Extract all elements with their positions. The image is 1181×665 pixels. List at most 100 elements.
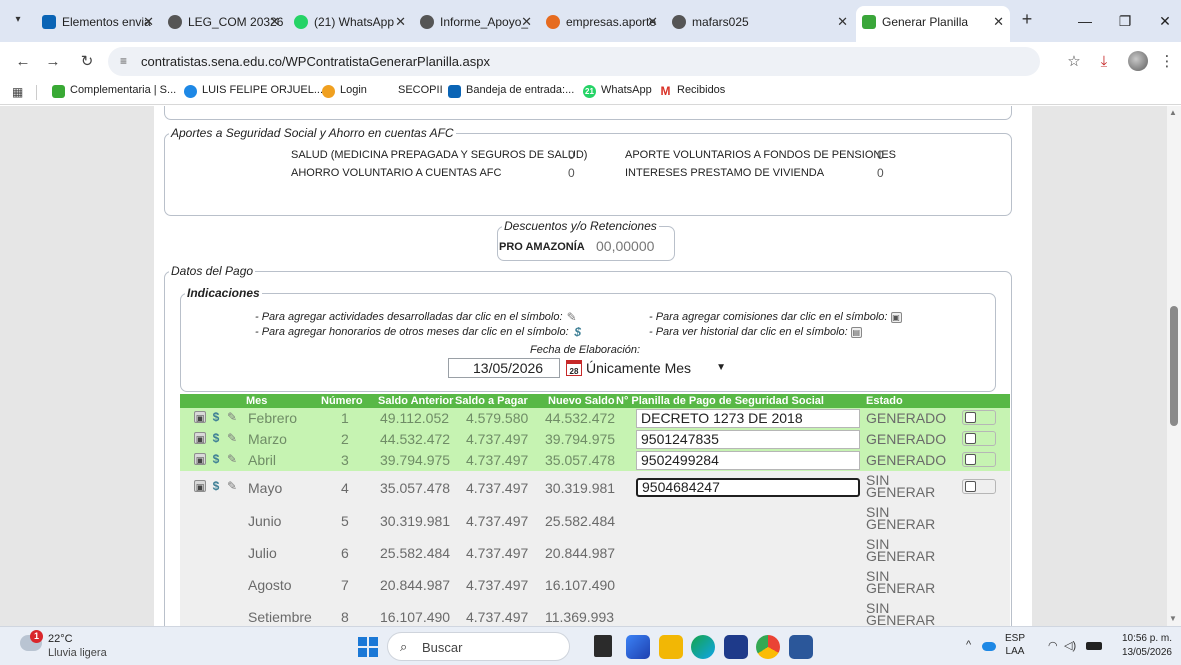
actividades-icon[interactable]: ✎ [226,453,238,465]
comisiones-icon[interactable]: ▣ [194,453,206,466]
actividades-icon[interactable]: ✎ [226,411,238,423]
site-info-icon[interactable]: ≡ [120,54,127,68]
apps-grid-icon[interactable]: ▦ [12,85,23,99]
money-bag-icon[interactable]: $ [210,432,222,444]
bookmark-whatsapp[interactable]: 21 WhatsApp [583,84,652,98]
close-icon[interactable]: ✕ [143,8,154,36]
row-checkbox[interactable] [962,410,996,425]
tab-empresas[interactable]: empresas.aporte ✕ [540,8,664,36]
scrollbar-thumb[interactable] [1170,306,1178,426]
windows-start-icon[interactable] [358,637,378,657]
url-bar[interactable]: ≡ contratistas.sena.edu.co/WPContratista… [108,47,1040,76]
tab-whatsapp[interactable]: (21) WhatsApp ✕ [288,8,412,36]
page-scrollbar[interactable]: ▲ ▼ [1167,106,1181,626]
fecha-input[interactable]: 13/05/2026 [448,358,560,378]
calendar-icon[interactable]: 28 [566,360,582,376]
bookmark-star-icon[interactable]: ☆ [1063,51,1085,73]
tab-generar-planilla[interactable]: Generar Planilla ✕ [856,6,1010,42]
col-nuevo-saldo: Nuevo Saldo [548,395,615,407]
battery-icon[interactable] [1086,642,1102,650]
pensiones-value[interactable]: 0 [877,148,884,162]
planilla-input[interactable]: 9502499284 [636,451,860,470]
empresas-icon [546,15,560,29]
taskbar-search[interactable]: ⌕ Buscar [387,632,570,661]
forward-button[interactable]: → [42,51,64,73]
salud-value[interactable]: 0 [568,148,575,162]
restore-button[interactable]: ❐ [1110,8,1140,34]
chrome-icon[interactable] [756,635,780,659]
estado-text: SIN GENERAR [866,504,936,532]
download-icon[interactable]: ⤓ [1093,51,1115,73]
vivienda-value[interactable]: 0 [877,166,884,180]
afc-value[interactable]: 0 [568,166,575,180]
bookmark-login[interactable]: Login [322,84,367,98]
vivienda-label: INTERESES PRESTAMO DE VIVIENDA [625,167,825,179]
planilla-input[interactable]: 9501247835 [636,430,860,449]
close-window-button[interactable]: ✕ [1150,8,1180,34]
estado-text: SIN GENERAR [866,536,936,564]
word-icon[interactable] [789,635,813,659]
money-bag-icon[interactable]: $ [210,480,222,492]
tab-elementos[interactable]: Elementos envia ✕ [36,8,160,36]
bookmark-recibidos[interactable]: M Recibidos [659,84,726,98]
planilla-input-focused[interactable]: 9504684247 [636,478,860,497]
tab-search-button[interactable]: ▾ [8,10,28,30]
comisiones-icon[interactable]: ▣ [194,432,206,445]
url-text[interactable]: contratistas.sena.edu.co/WPContratistaGe… [141,54,490,69]
bookmark-secopii[interactable]: SECOPII [380,84,443,96]
back-button[interactable]: ← [12,51,34,73]
tab-mafars[interactable]: mafars025 ✕ [666,8,854,36]
close-icon[interactable]: ✕ [395,8,406,36]
menu-icon[interactable]: ⋮ [1156,51,1178,73]
store-icon[interactable] [724,635,748,659]
file-explorer-icon[interactable] [659,635,683,659]
scroll-up-icon[interactable]: ▲ [1169,108,1177,117]
close-icon[interactable]: ✕ [993,6,1004,38]
close-icon[interactable]: ✕ [521,8,532,36]
col-planilla: N° Planilla de Pago de Seguridad Social [616,395,824,407]
periodo-select[interactable]: Únicamente Mes ▼ [584,358,732,378]
actividades-icon[interactable]: ✎ [226,432,238,444]
people-app-icon[interactable] [626,635,650,659]
onedrive-icon[interactable] [982,642,996,651]
weather-temp[interactable]: 22°C [48,633,73,645]
close-icon[interactable]: ✕ [647,8,658,36]
chevron-down-icon: ▼ [716,362,726,373]
row-checkbox[interactable] [962,452,996,467]
bookmark-bandeja[interactable]: Bandeja de entrada:... [448,84,574,98]
weather-desc[interactable]: Lluvia ligera [48,647,107,659]
chevron-up-icon[interactable]: ^ [966,639,971,651]
tab-leg-com[interactable]: LEG_COM 20326 ✕ [162,8,286,36]
planilla-input[interactable]: DECRETO 1273 DE 2018 [636,409,860,428]
aportes-legend: Aportes a Seguridad Social y Ahorro en c… [171,126,454,140]
minimize-button[interactable]: — [1070,8,1100,34]
col-numero: Número [321,395,363,407]
tab-informe[interactable]: Informe_Apoyo_ ✕ [414,8,538,36]
comisiones-icon[interactable]: ▣ [194,411,206,424]
row-checkbox[interactable] [962,431,996,446]
bookmark-divider [36,85,37,100]
close-icon[interactable]: ✕ [269,8,280,36]
bookmark-luis-felipe[interactable]: LUIS FELIPE ORJUEL... [184,84,323,98]
volume-icon[interactable]: ◁) [1064,639,1076,652]
row-checkbox[interactable] [962,479,996,494]
comisiones-icon[interactable]: ▣ [194,480,206,493]
scroll-down-icon[interactable]: ▼ [1169,614,1177,623]
money-bag-icon[interactable]: $ [210,453,222,465]
reload-button[interactable]: ↻ [76,51,98,73]
wifi-icon[interactable]: ◠ [1048,639,1058,652]
bookmark-complementaria[interactable]: Complementaria | S... [52,84,176,98]
actividades-icon[interactable]: ✎ [226,480,238,492]
edge-icon[interactable] [691,635,715,659]
pro-amazonia-value[interactable]: 00,00000 [596,238,654,254]
afc-label: AHORRO VOLUNTARIO A CUENTAS AFC [291,167,502,179]
task-view-icon[interactable] [594,635,612,657]
profile-avatar[interactable] [1128,51,1148,71]
language-indicator[interactable]: ESP LAA [1005,632,1025,658]
estado-text: SIN GENERAR [866,600,936,626]
clock[interactable]: 10:56 p. m. 13/05/2026 [1110,632,1172,660]
money-bag-icon[interactable]: $ [210,411,222,423]
new-tab-button[interactable]: + [1017,10,1037,30]
descuentos-legend: Descuentos y/o Retenciones [504,219,657,233]
close-icon[interactable]: ✕ [837,8,848,36]
